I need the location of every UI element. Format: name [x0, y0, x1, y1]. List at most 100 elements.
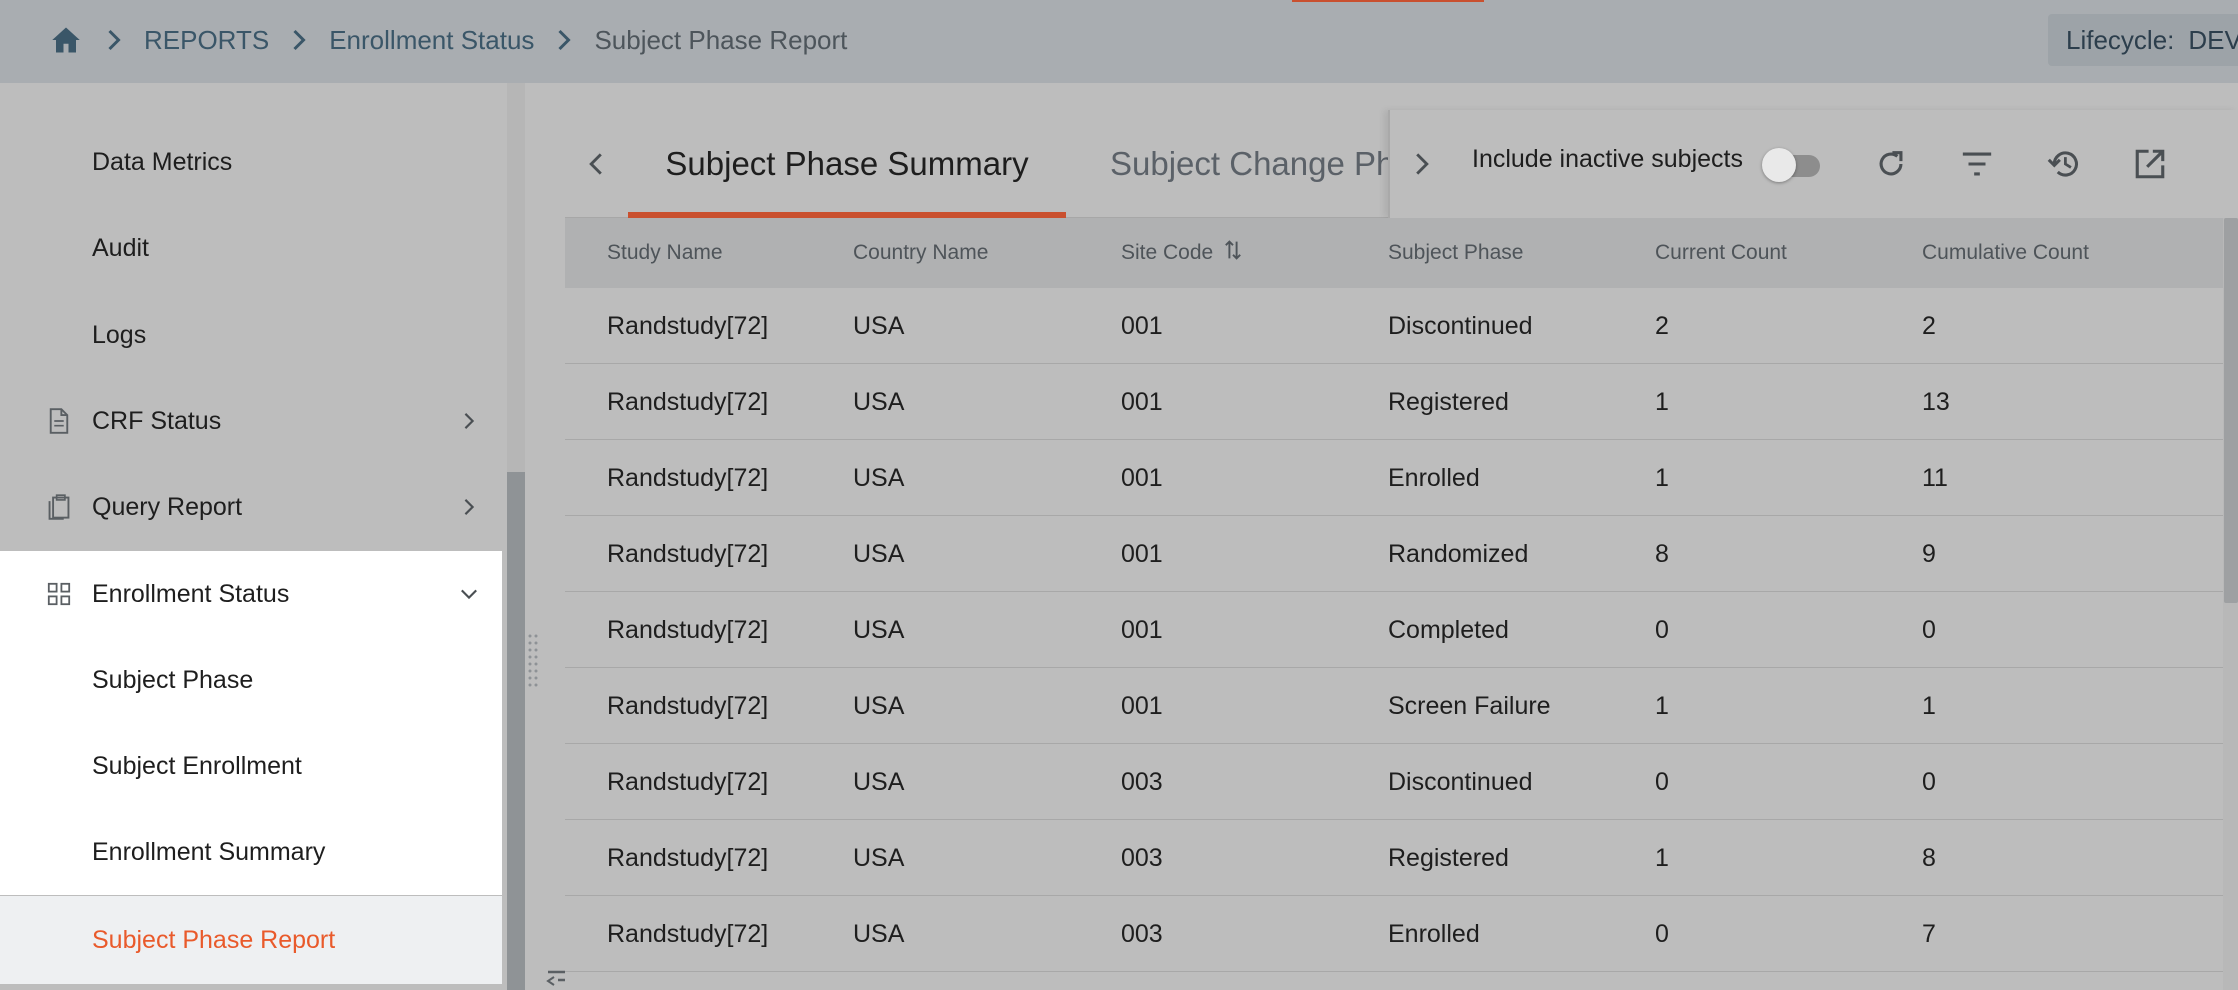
- cell-site-code: 001: [1121, 539, 1163, 568]
- cell-study-name: Randstudy[72]: [607, 843, 769, 872]
- resize-handle-icon[interactable]: [526, 632, 540, 694]
- sidebar-item-label: Logs: [92, 320, 147, 349]
- sidebar-item-label: Audit: [92, 233, 149, 262]
- sidebar-scrollbar[interactable]: [507, 472, 525, 990]
- sidebar-item-label: Enrollment Summary: [92, 837, 326, 866]
- column-header-subject-phase[interactable]: Subject Phase: [1388, 218, 1523, 288]
- table-row[interactable]: Randstudy[72] USA 001 Randomized 8 9: [565, 516, 2223, 592]
- tab-subject-phase-summary[interactable]: Subject Phase Summary: [628, 110, 1066, 218]
- cell-study-name: Randstudy[72]: [607, 387, 769, 416]
- column-header-label: Site Code: [1121, 241, 1214, 264]
- sort-icon[interactable]: [1223, 238, 1243, 268]
- table-row[interactable]: Randstudy[72] USA 001 Screen Failure 1 1: [565, 668, 2223, 744]
- sidebar-item-enrollment-summary[interactable]: Enrollment Summary: [0, 809, 502, 895]
- cell-site-code: 001: [1121, 311, 1163, 340]
- cell-study-name: Randstudy[72]: [607, 539, 769, 568]
- sidebar-item-subject-phase[interactable]: Subject Phase: [0, 637, 502, 723]
- sidebar-item-audit[interactable]: Audit: [0, 205, 502, 291]
- cell-site-code: 001: [1121, 691, 1163, 720]
- breadcrumb-current: Subject Phase Report: [594, 24, 848, 55]
- breadcrumb-enrollment-status[interactable]: Enrollment Status: [329, 25, 534, 56]
- cell-subject-phase: Discontinued: [1388, 767, 1533, 796]
- cell-cumulative-count: 2: [1922, 311, 1936, 340]
- cell-cumulative-count: 0: [1922, 767, 1936, 796]
- sidebar-item-logs[interactable]: Logs: [0, 292, 502, 378]
- cell-cumulative-count: 13: [1922, 387, 1950, 416]
- column-header-label: Country Name: [853, 241, 989, 264]
- chevron-right-icon: [534, 18, 594, 62]
- breadcrumb: REPORTS Enrollment Status Subject Phase …: [48, 18, 847, 62]
- chevron-right-icon: [84, 18, 144, 62]
- cell-country-name: USA: [853, 387, 905, 416]
- chevron-right-icon: [454, 406, 484, 436]
- sidebar-item-subject-phase-report[interactable]: Subject Phase Report: [0, 896, 502, 984]
- lifecycle-label: Lifecycle:: [2066, 24, 2175, 55]
- cell-site-code: 001: [1121, 615, 1163, 644]
- cell-current-count: 0: [1655, 767, 1669, 796]
- table-row[interactable]: Randstudy[72] USA 003 Discontinued 0 0: [565, 744, 2223, 820]
- cell-country-name: USA: [853, 919, 905, 948]
- table-body: Randstudy[72] USA 001 Discontinued 2 2 R…: [565, 288, 2223, 990]
- tab-subject-change-phase[interactable]: Subject Change Phase: [1110, 110, 1388, 218]
- cell-country-name: USA: [853, 311, 905, 340]
- cell-current-count: 1: [1655, 691, 1669, 720]
- sidebar-item-data-metrics[interactable]: Data Metrics: [0, 119, 502, 205]
- chevron-down-icon: [454, 579, 484, 609]
- sidebar-item-enrollment-status[interactable]: Enrollment Status: [0, 551, 502, 637]
- cell-study-name: Randstudy[72]: [607, 311, 769, 340]
- sidebar-scrollbar-track: [507, 83, 525, 472]
- home-icon[interactable]: [48, 18, 84, 62]
- column-header-current-count[interactable]: Current Count: [1655, 218, 1787, 288]
- toggle-knob: [1762, 148, 1796, 182]
- cell-cumulative-count: 0: [1922, 615, 1936, 644]
- top-accent-bar: [1292, 0, 1484, 2]
- lifecycle-value: DEV: [2188, 24, 2238, 55]
- tab-scroll-left-icon[interactable]: [572, 140, 620, 188]
- table-scrollbar[interactable]: [2224, 218, 2238, 603]
- clipboard-icon: [44, 492, 74, 522]
- table-row[interactable]: Randstudy[72] USA 001 Discontinued 2 2: [565, 288, 2223, 364]
- cell-current-count: 1: [1655, 463, 1669, 492]
- cell-subject-phase: Enrolled: [1388, 919, 1480, 948]
- sidebar-item-label: Subject Phase: [92, 665, 254, 694]
- history-icon[interactable]: [2040, 140, 2088, 188]
- filter-icon[interactable]: [1953, 140, 2001, 188]
- cell-current-count: 1: [1655, 843, 1669, 872]
- table-row[interactable]: Randstudy[72] USA 003 Enrolled 0 7: [565, 896, 2223, 972]
- cell-cumulative-count: 9: [1922, 539, 1936, 568]
- column-header-cumulative-count[interactable]: Cumulative Count: [1922, 218, 2089, 288]
- table-row[interactable]: Randstudy[72] USA 001 Completed 0 0: [565, 592, 2223, 668]
- sidebar-item-label: CRF Status: [92, 406, 222, 435]
- cell-site-code: 003: [1121, 919, 1163, 948]
- cell-current-count: 0: [1655, 615, 1669, 644]
- breadcrumb-reports[interactable]: REPORTS: [144, 25, 269, 56]
- table-row[interactable]: Randstudy[72] USA 001 Registered 1 13: [565, 364, 2223, 440]
- column-header-study-name[interactable]: Study Name: [607, 218, 723, 288]
- column-header-country-name[interactable]: Country Name: [853, 218, 988, 288]
- document-icon: [44, 406, 74, 436]
- lifecycle-badge: Lifecycle: DEV: [2048, 14, 2238, 66]
- open-external-icon[interactable]: [2126, 140, 2174, 188]
- sidebar-item-query-report[interactable]: Query Report: [0, 464, 502, 550]
- include-inactive-toggle[interactable]: [1762, 148, 1826, 182]
- sidebar-item-subject-enrollment[interactable]: Subject Enrollment: [0, 723, 502, 809]
- refresh-icon[interactable]: [1867, 140, 1915, 188]
- cell-country-name: USA: [853, 463, 905, 492]
- tab-label: Subject Phase Summary: [665, 145, 1029, 182]
- cell-site-code: 001: [1121, 463, 1163, 492]
- cell-current-count: 0: [1655, 919, 1669, 948]
- tab-scroll-right-icon[interactable]: [1398, 140, 1446, 188]
- sidebar-item-label: Subject Enrollment: [92, 751, 302, 780]
- cell-study-name: Randstudy[72]: [607, 463, 769, 492]
- sidebar-item-crf-status[interactable]: CRF Status: [0, 378, 502, 464]
- cell-cumulative-count: 7: [1922, 919, 1936, 948]
- table-row[interactable]: Randstudy[72] USA 003 Registered 1 8: [565, 820, 2223, 896]
- cell-subject-phase: Completed: [1388, 615, 1509, 644]
- table-row[interactable]: Randstudy[72] USA 001 Enrolled 1 11: [565, 440, 2223, 516]
- cell-site-code: 001: [1121, 387, 1163, 416]
- chevron-right-icon: [454, 492, 484, 522]
- cell-subject-phase: Registered: [1388, 843, 1509, 872]
- include-inactive-label: Include inactive subjects: [1472, 145, 1743, 173]
- column-header-site-code[interactable]: Site Code: [1121, 218, 1243, 288]
- cell-subject-phase: Discontinued: [1388, 311, 1533, 340]
